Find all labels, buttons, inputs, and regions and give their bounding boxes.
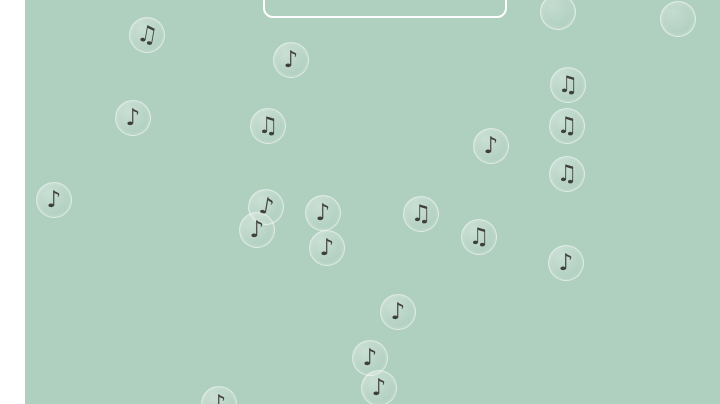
- note-bubble[interactable]: ♫: [550, 67, 586, 103]
- note-bubble[interactable]: ♫: [403, 196, 439, 232]
- note-bubble[interactable]: ♪: [361, 370, 397, 404]
- note-bubble[interactable]: ♪: [201, 386, 237, 404]
- beamed-notes-icon: ♫: [410, 200, 432, 227]
- eighth-note-icon: ♪: [371, 374, 387, 401]
- note-bubble[interactable]: ♪: [115, 100, 151, 136]
- eighth-note-icon: ♪: [362, 344, 378, 371]
- note-bubble[interactable]: ♪: [309, 230, 345, 266]
- beamed-notes-icon: ♫: [556, 160, 578, 187]
- eighth-note-icon: ♪: [211, 390, 227, 404]
- beamed-notes-icon: ♫: [557, 71, 579, 98]
- note-bubble[interactable]: ♪: [305, 195, 341, 231]
- empty-bubble[interactable]: [660, 1, 696, 37]
- note-bubble[interactable]: ♪: [239, 212, 275, 248]
- note-bubble[interactable]: ♫: [461, 219, 497, 255]
- note-bubble[interactable]: ♪: [36, 182, 72, 218]
- eighth-note-icon: ♪: [315, 199, 331, 226]
- note-bubble[interactable]: ♫: [129, 17, 165, 53]
- beamed-notes-icon: ♫: [257, 112, 279, 139]
- beamed-notes-icon: ♫: [134, 19, 160, 50]
- target-box[interactable]: [263, 0, 507, 18]
- note-bubble[interactable]: ♪: [548, 245, 584, 281]
- eighth-note-icon: ♪: [125, 104, 141, 131]
- eighth-note-icon: ♪: [249, 216, 265, 243]
- note-bubble[interactable]: ♫: [549, 108, 585, 144]
- eighth-note-icon: ♪: [483, 132, 499, 159]
- eighth-note-icon: ♪: [319, 234, 335, 261]
- game-board[interactable]: ♫ ♪ ♫ ♪ ♫ ♫ ♪ ♫ ♪ ♪ ♪ ♪ ♫ ♪ ♫ ♪ ♪ ♪ ♪ ♪: [25, 0, 720, 404]
- empty-bubble[interactable]: [540, 0, 576, 30]
- note-bubble[interactable]: ♫: [549, 156, 585, 192]
- note-bubble[interactable]: ♪: [473, 128, 509, 164]
- eighth-note-icon: ♪: [390, 298, 406, 325]
- eighth-note-icon: ♪: [558, 249, 574, 276]
- beamed-notes-icon: ♫: [468, 223, 490, 250]
- eighth-note-icon: ♪: [46, 186, 62, 213]
- eighth-note-icon: ♪: [283, 46, 299, 73]
- note-bubble[interactable]: ♫: [250, 108, 286, 144]
- note-bubble[interactable]: ♪: [380, 294, 416, 330]
- beamed-notes-icon: ♫: [556, 112, 578, 139]
- note-bubble[interactable]: ♪: [273, 42, 309, 78]
